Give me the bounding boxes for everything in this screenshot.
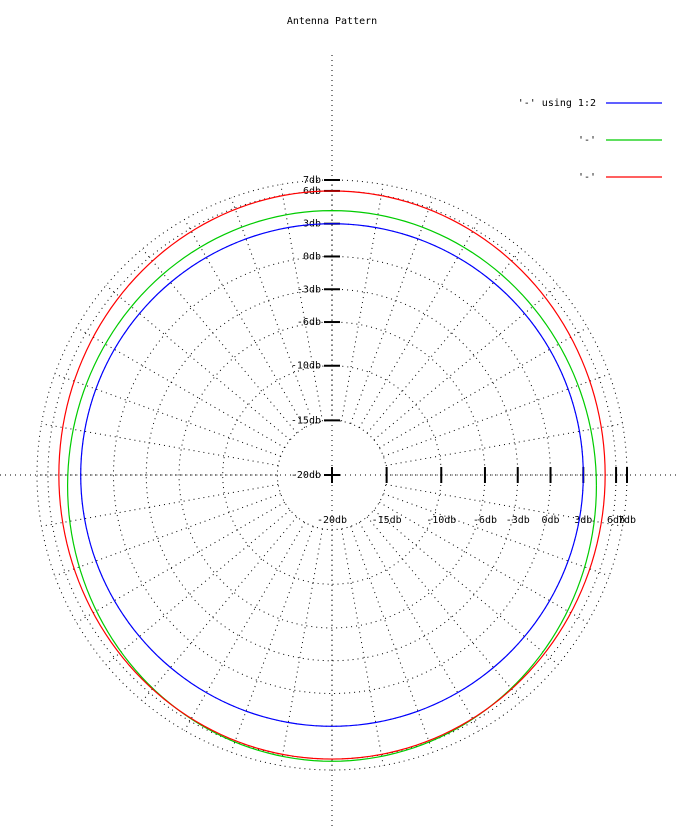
x-tick-label: -15db	[372, 515, 402, 526]
y-tick-label: 0db	[303, 251, 321, 262]
grid-spoke	[41, 423, 279, 467]
x-tick-label: -20db	[317, 515, 347, 526]
grid-spoke	[230, 197, 314, 424]
radial-ticks: -20db -20db -15db -15db -10db -10db -6db -6db -3…	[291, 175, 636, 526]
grid-spoke	[385, 423, 623, 467]
grid-spoke	[350, 197, 434, 424]
x-tick-label: -10db	[426, 515, 456, 526]
grid-spoke	[41, 483, 279, 527]
grid-spoke	[373, 284, 559, 441]
grid-spoke	[350, 526, 434, 753]
grid-spoke	[76, 501, 285, 623]
legend-label-1: '-' using 1:2	[518, 98, 596, 109]
antenna-pattern-chart: Antenna Pattern -20db -20db -15db -15db -10d…	[0, 16, 679, 827]
legend: '-' using 1:2 '-' '-'	[518, 98, 662, 183]
grid-spoke	[280, 528, 324, 766]
x-tick-label: 7db	[618, 515, 636, 526]
axes	[0, 55, 679, 827]
y-tick-label: -6db	[297, 317, 321, 328]
grid-spoke	[366, 248, 523, 434]
y-tick-label: -20db	[291, 470, 321, 481]
x-tick-label: -3db	[506, 515, 530, 526]
grid-spoke	[383, 493, 610, 577]
grid-spoke	[76, 327, 285, 449]
grid-spoke	[54, 373, 281, 457]
grid-spoke	[340, 184, 384, 422]
y-tick-label: -3db	[297, 284, 321, 295]
grid-spoke	[366, 516, 523, 702]
x-tick-label: 0db	[541, 515, 559, 526]
grid-spoke	[105, 509, 291, 666]
grid-spoke	[230, 526, 314, 753]
legend-label-2: '-'	[578, 135, 596, 146]
y-tick-label: 7db	[303, 175, 321, 186]
grid-spoke	[379, 327, 588, 449]
grid-spoke	[105, 284, 291, 441]
grid-spoke	[54, 493, 281, 577]
legend-label-3: '-'	[578, 172, 596, 183]
grid-spoke	[383, 373, 610, 457]
grid-spoke	[358, 219, 480, 428]
grid-spoke	[184, 219, 306, 428]
y-tick-label: -10db	[291, 361, 321, 372]
grid-spoke	[340, 528, 384, 766]
grid-spoke	[373, 509, 559, 666]
x-tick-label: 3db	[574, 515, 592, 526]
grid-spoke	[141, 248, 298, 434]
grid-spoke	[358, 522, 480, 731]
x-tick-label: -6db	[473, 515, 497, 526]
chart-title: Antenna Pattern	[287, 16, 377, 27]
grid-spoke	[184, 522, 306, 731]
grid-spoke	[141, 516, 298, 702]
y-tick-label: -15db	[291, 415, 321, 426]
